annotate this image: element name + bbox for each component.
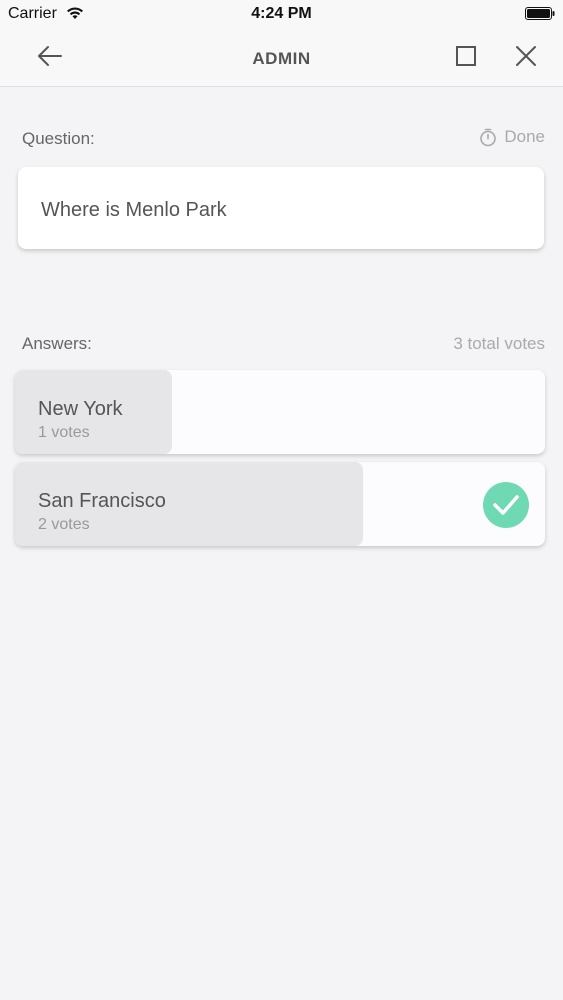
status-bar: Carrier 4:24 PM [0,0,563,28]
battery-icon [525,7,555,20]
status-time: 4:24 PM [251,5,312,22]
page-title: ADMIN [252,49,311,68]
nav-bar: ADMIN [0,28,563,87]
answer-name: New York [38,398,123,420]
done-label: Done [504,127,545,146]
done-button[interactable]: Done [478,127,545,147]
question-label: Question: [22,129,95,148]
total-votes: 3 total votes [453,334,545,353]
answer-item[interactable]: San Francisco 2 votes [15,462,545,546]
timer-icon [480,128,497,147]
answer-item[interactable]: New York 1 votes [15,370,545,454]
answer-votes: 2 votes [38,516,90,533]
answer-name: San Francisco [38,490,166,512]
question-card: Where is Menlo Park [18,167,544,249]
square-icon[interactable] [455,45,477,67]
checkmark-icon [483,482,529,528]
question-text: Where is Menlo Park [41,199,227,221]
answers-label: Answers: [22,334,92,353]
close-icon[interactable] [514,44,538,68]
answer-votes: 1 votes [38,424,90,441]
